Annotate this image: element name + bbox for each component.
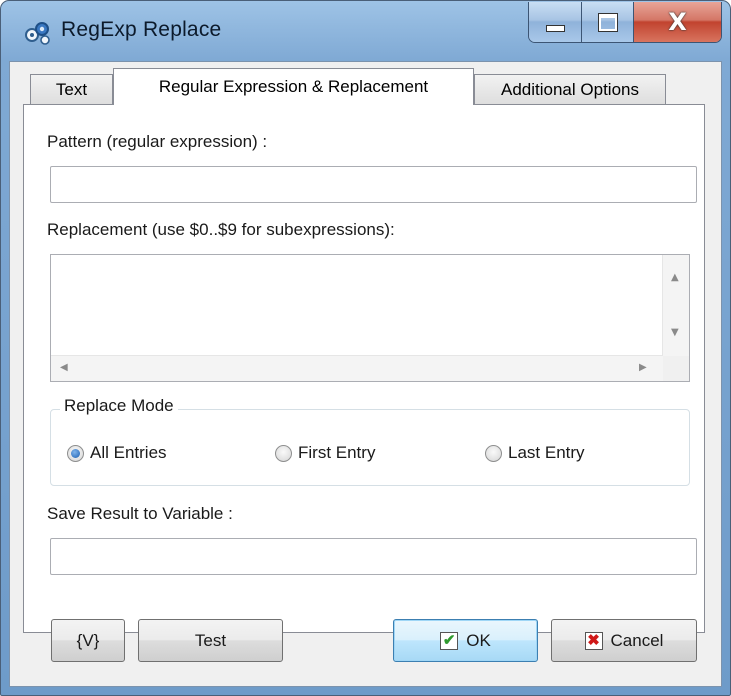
ok-button-label: OK bbox=[466, 630, 491, 650]
maximize-icon bbox=[597, 12, 618, 32]
minimize-button[interactable] bbox=[529, 2, 582, 42]
pattern-label: Pattern (regular expression) : bbox=[47, 132, 268, 151]
cancel-button[interactable]: ✖ Cancel bbox=[551, 619, 697, 662]
radio-button-selected[interactable] bbox=[67, 444, 84, 462]
window-title: RegExp Replace bbox=[61, 18, 222, 41]
variable-button-label: {V} bbox=[76, 630, 100, 650]
radio-label: All Entries bbox=[90, 443, 167, 462]
scrollbar-corner bbox=[663, 356, 689, 381]
radio-button[interactable] bbox=[485, 444, 502, 462]
tab-text[interactable]: Text bbox=[30, 74, 113, 104]
radio-label: First Entry bbox=[298, 443, 376, 462]
test-button[interactable]: Test bbox=[138, 619, 283, 662]
ok-button[interactable]: ✔ OK bbox=[393, 619, 538, 662]
tab-label: Additional Options bbox=[501, 79, 639, 99]
tab-regular-expression-replacement[interactable]: Regular Expression & Replacement bbox=[113, 68, 474, 105]
save-result-input[interactable] bbox=[50, 538, 697, 575]
radio-button[interactable] bbox=[275, 444, 292, 462]
replacement-label: Replacement (use $0..$9 for subexpressio… bbox=[47, 220, 395, 239]
scroll-right-icon[interactable]: ▶ bbox=[639, 363, 647, 373]
pattern-input[interactable] bbox=[50, 166, 697, 203]
tab-label: Text bbox=[55, 79, 88, 99]
app-icon bbox=[25, 22, 50, 45]
dialog-client-area: Text Regular Expression & Replacement Ad… bbox=[9, 61, 722, 687]
radio-first-entry[interactable]: First Entry bbox=[275, 443, 375, 463]
cancel-button-label: Cancel bbox=[610, 630, 664, 650]
title-bar[interactable]: RegExp Replace X bbox=[1, 1, 730, 61]
scroll-left-icon[interactable]: ◀ bbox=[60, 363, 68, 373]
scroll-down-icon[interactable]: ▼ bbox=[671, 328, 679, 338]
scroll-up-icon[interactable]: ▲ bbox=[671, 273, 679, 283]
test-button-label: Test bbox=[194, 630, 227, 650]
replace-mode-title: Replace Mode bbox=[60, 396, 178, 416]
checkmark-icon: ✔ bbox=[440, 631, 459, 650]
vertical-scrollbar[interactable]: ▲ ▼ bbox=[662, 255, 689, 357]
replacement-textarea[interactable]: ▲ ▼ ◀ ▶ bbox=[50, 254, 690, 382]
window-controls: X bbox=[528, 2, 722, 43]
x-icon: ✖ bbox=[584, 631, 603, 650]
close-icon: X bbox=[668, 8, 687, 36]
save-result-label: Save Result to Variable : bbox=[47, 504, 233, 523]
radio-last-entry[interactable]: Last Entry bbox=[485, 443, 585, 463]
close-button[interactable]: X bbox=[634, 2, 721, 42]
tab-label: Regular Expression & Replacement bbox=[158, 77, 429, 96]
maximize-button[interactable] bbox=[582, 2, 634, 42]
radio-label: Last Entry bbox=[508, 443, 585, 462]
radio-all-entries[interactable]: All Entries bbox=[67, 443, 167, 463]
tab-additional-options[interactable]: Additional Options bbox=[474, 74, 666, 104]
minimize-icon bbox=[545, 24, 565, 32]
dialog-window: RegExp Replace X Text Regular Expression… bbox=[0, 0, 731, 696]
horizontal-scrollbar[interactable]: ◀ ▶ bbox=[51, 355, 663, 381]
variable-button[interactable]: {V} bbox=[51, 619, 125, 662]
